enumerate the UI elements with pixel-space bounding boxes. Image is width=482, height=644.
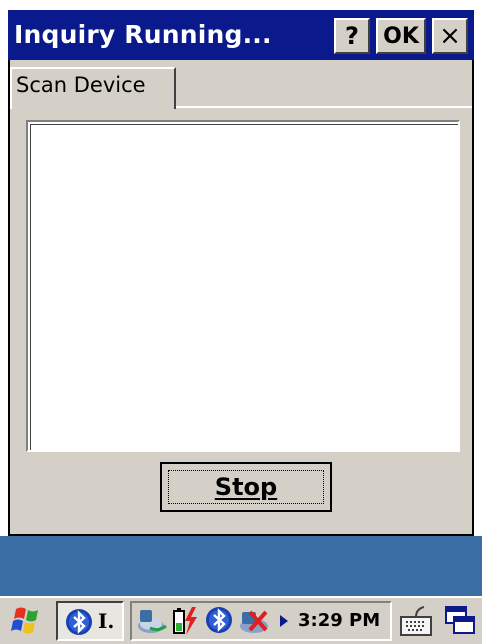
focus-rectangle	[168, 470, 324, 504]
bluetooth-tray-icon[interactable]	[204, 605, 234, 639]
tab-strip-line	[176, 106, 472, 108]
clock[interactable]: 3:29 PM	[298, 606, 380, 636]
windows-flag-icon[interactable]	[10, 603, 46, 637]
battery-power-icon[interactable]	[170, 605, 200, 641]
desktop-background	[0, 536, 482, 596]
bluetooth-off-icon[interactable]	[236, 606, 272, 640]
window-title: Inquiry Running...	[14, 20, 272, 49]
device-list[interactable]	[26, 120, 460, 452]
task-button-label: I.	[98, 609, 115, 633]
close-button[interactable]: ×	[432, 18, 468, 54]
stop-button[interactable]: Stop	[160, 462, 332, 512]
show-desktop-icon[interactable]	[442, 603, 478, 643]
help-button[interactable]: ?	[334, 18, 370, 54]
keyboard-icon[interactable]	[398, 603, 434, 643]
bluetooth-icon	[64, 607, 94, 641]
network-connection-icon[interactable]	[136, 606, 170, 640]
tab-scan-device-label: Scan Device	[16, 73, 146, 97]
ok-button[interactable]: OK	[376, 18, 426, 54]
tray-expand-arrow-icon[interactable]	[278, 613, 290, 633]
device-list-inner	[30, 124, 458, 450]
